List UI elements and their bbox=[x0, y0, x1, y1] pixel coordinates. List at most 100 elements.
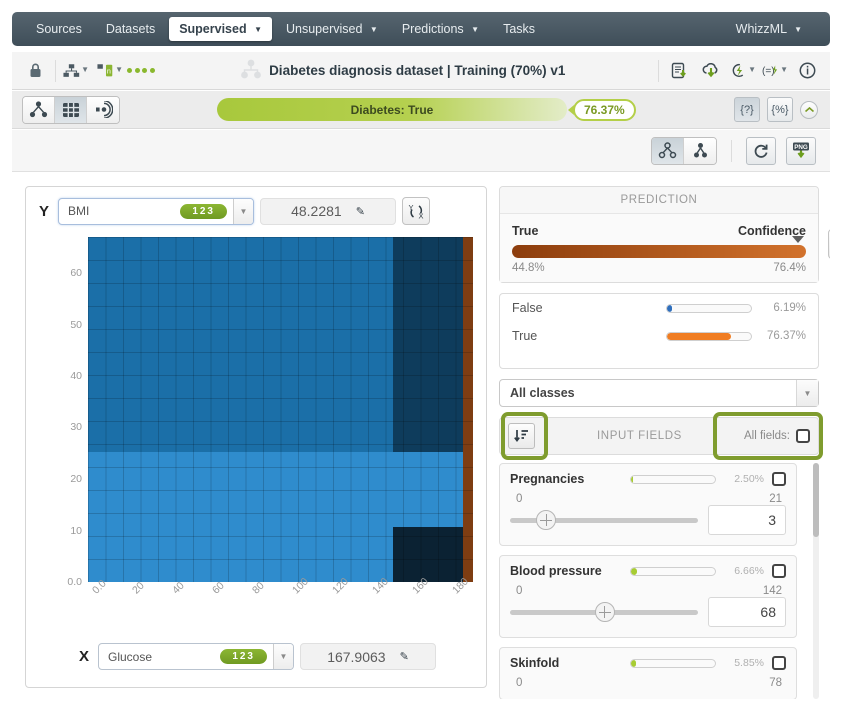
y-axis-controls: Y BMI 123 ▼ 48.2281 ✎ Y X bbox=[26, 187, 486, 231]
x-tick: 20 bbox=[130, 579, 147, 597]
y-axis-ticks: 0.0 10 20 30 40 50 60 bbox=[26, 237, 82, 588]
class-row-false: False 6.19% bbox=[500, 294, 818, 322]
field-name: Pregnancies bbox=[510, 472, 585, 486]
nav-item-whizzml[interactable]: WhizzML ▼ bbox=[726, 17, 812, 41]
model-swap-icon[interactable]: n ▼ bbox=[97, 58, 123, 84]
field-importance-percent: 5.85% bbox=[734, 657, 764, 669]
field-importance-bar bbox=[630, 474, 716, 484]
y-axis-value: 48.2281 bbox=[291, 203, 342, 219]
pencil-icon[interactable]: ✎ bbox=[356, 205, 365, 218]
x-tick: 40 bbox=[170, 579, 187, 597]
field-list-scrollbar-thumb[interactable] bbox=[813, 463, 819, 537]
input-fields-list[interactable]: Pregnancies 2.50% 0 21 3 Blood pressure … bbox=[499, 463, 819, 699]
chevron-down-icon[interactable]: ▼ bbox=[233, 198, 253, 224]
input-fields-header: INPUT FIELDS All fields: bbox=[499, 417, 819, 455]
all-fields-toggle[interactable]: All fields: bbox=[744, 429, 810, 443]
nav-item-unsupervised[interactable]: Unsupervised ▼ bbox=[276, 17, 388, 41]
y-axis-field-select[interactable]: BMI 123 ▼ bbox=[58, 197, 254, 225]
class-probability-bar bbox=[666, 331, 752, 341]
sunburst-view-icon[interactable] bbox=[87, 96, 119, 123]
field-slider[interactable] bbox=[510, 600, 698, 624]
divider bbox=[731, 139, 732, 162]
json-view-icon[interactable]: {?} bbox=[734, 97, 760, 122]
chevron-down-icon: ▼ bbox=[115, 65, 123, 74]
y-axis-field-label: BMI bbox=[68, 204, 90, 218]
divider bbox=[55, 59, 56, 82]
top-navigation-bar: Sources Datasets Supervised ▼ Unsupervis… bbox=[12, 12, 830, 46]
y-axis-value-box[interactable]: 48.2281 ✎ bbox=[260, 197, 396, 225]
class-name: False bbox=[512, 301, 543, 315]
flash-download-icon[interactable]: ▼ bbox=[730, 58, 756, 84]
prediction-card-header: PREDICTION bbox=[500, 187, 818, 214]
tree-layout-icon[interactable] bbox=[652, 137, 684, 164]
nav-item-sources[interactable]: Sources bbox=[26, 17, 92, 41]
nav-label: Datasets bbox=[105, 22, 156, 36]
field-max: 78 bbox=[769, 677, 782, 689]
field-slider[interactable] bbox=[510, 508, 698, 532]
field-card-blood-pressure: Blood pressure 6.66% 0 142 68 bbox=[499, 555, 797, 638]
collapse-icon[interactable] bbox=[800, 100, 818, 119]
tree-compact-icon[interactable] bbox=[684, 137, 716, 164]
field-checkbox[interactable] bbox=[772, 564, 786, 578]
tree-layout-toggle-group bbox=[651, 136, 717, 165]
field-name: Skinfold bbox=[510, 656, 560, 670]
share-tree-icon[interactable]: ▼ bbox=[63, 58, 89, 84]
nav-item-supervised[interactable]: Supervised ▼ bbox=[169, 17, 272, 41]
swap-axes-icon[interactable]: Y X bbox=[402, 197, 430, 225]
x-axis-field-select[interactable]: Glucose 123 ▼ bbox=[98, 643, 294, 670]
confidence-range-max: 76.4% bbox=[773, 262, 806, 274]
class-probabilities-card: False 6.19% True 76.37% bbox=[499, 293, 819, 369]
class-percent: 6.19% bbox=[773, 302, 806, 314]
all-fields-label: All fields: bbox=[743, 430, 790, 442]
field-value-input[interactable]: 68 bbox=[708, 597, 786, 627]
pencil-icon[interactable]: ✎ bbox=[400, 650, 409, 663]
chevron-down-icon: ▼ bbox=[780, 65, 788, 74]
all-fields-checkbox[interactable] bbox=[796, 429, 810, 443]
x-axis-value-box[interactable]: 167.9063 ✎ bbox=[300, 643, 436, 670]
nav-item-tasks[interactable]: Tasks bbox=[493, 17, 545, 41]
field-value: 68 bbox=[760, 604, 776, 620]
cloud-download-icon[interactable] bbox=[698, 58, 724, 84]
batch-prediction-icon[interactable]: (=) ▼ bbox=[762, 58, 788, 84]
chevron-down-icon[interactable]: ▼ bbox=[796, 380, 818, 406]
clipboard-download-icon[interactable] bbox=[666, 58, 692, 84]
y-axis-letter: Y bbox=[38, 202, 49, 220]
heatmap-plot-area: 0.0 10 20 30 40 50 60 0.0 20 40 60 80 10… bbox=[26, 231, 488, 631]
field-checkbox[interactable] bbox=[772, 472, 786, 486]
chevron-down-icon: ▼ bbox=[369, 25, 378, 34]
field-slider-knob[interactable] bbox=[536, 510, 557, 530]
svg-text:(=): (=) bbox=[762, 66, 775, 77]
nav-item-datasets[interactable]: Datasets bbox=[96, 17, 165, 41]
sort-descending-icon[interactable] bbox=[508, 423, 535, 449]
total-button[interactable]: TOTAL bbox=[828, 229, 830, 259]
percent-view-icon[interactable]: {%} bbox=[767, 97, 793, 122]
field-list-scrollbar-track[interactable] bbox=[813, 463, 819, 699]
page-title: Diabetes diagnosis dataset | Training (7… bbox=[155, 59, 652, 82]
field-min: 0 bbox=[516, 677, 523, 689]
class-filter-select[interactable]: All classes ▼ bbox=[499, 379, 819, 407]
prediction-card: PREDICTION True Confidence 44.8% 76.4% bbox=[499, 186, 830, 283]
field-min: 0 bbox=[516, 585, 523, 597]
nav-label: Tasks bbox=[503, 22, 536, 36]
lock-icon[interactable] bbox=[22, 58, 48, 84]
x-axis-letter: X bbox=[78, 648, 89, 665]
nav-item-predictions[interactable]: Predictions ▼ bbox=[392, 17, 489, 41]
tree-view-icon[interactable] bbox=[23, 96, 55, 123]
chevron-down-icon[interactable]: ▼ bbox=[273, 644, 293, 669]
heatmap-gridlines bbox=[88, 237, 473, 582]
class-probability-bar bbox=[666, 303, 752, 313]
heatmap-canvas[interactable] bbox=[88, 237, 473, 582]
field-checkbox[interactable] bbox=[772, 656, 786, 670]
field-value-input[interactable]: 3 bbox=[708, 505, 786, 535]
nav-label: Sources bbox=[36, 22, 82, 36]
info-icon[interactable] bbox=[794, 58, 820, 84]
prediction-strip: Diabetes: True 76.37% {?} {%} bbox=[12, 91, 830, 129]
nav-label: Predictions bbox=[401, 22, 464, 36]
chevron-down-icon: ▼ bbox=[471, 25, 480, 34]
confidence-marker-icon bbox=[792, 236, 804, 243]
grid-view-icon[interactable] bbox=[55, 96, 87, 123]
png-download-icon[interactable]: PNG bbox=[786, 136, 816, 165]
field-slider-knob[interactable] bbox=[594, 602, 615, 622]
prediction-bar-label: Diabetes: True bbox=[350, 102, 434, 117]
refresh-icon[interactable] bbox=[746, 136, 776, 165]
